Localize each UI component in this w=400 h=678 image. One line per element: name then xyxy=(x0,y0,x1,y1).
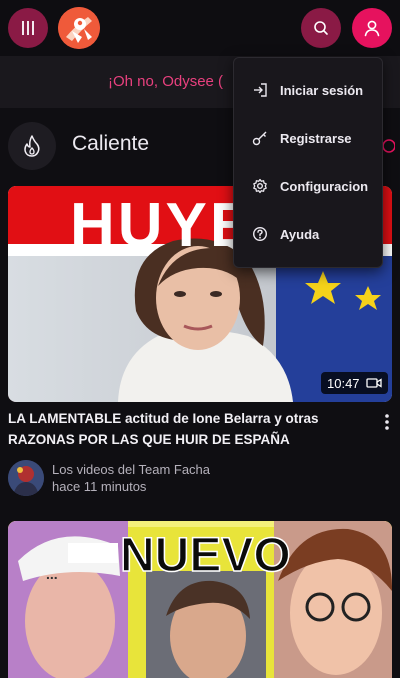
sign-in-icon xyxy=(254,83,267,97)
banner-text: ¡Oh no, Odysee ( xyxy=(108,73,224,90)
fire-icon xyxy=(24,135,40,157)
section-title: Caliente xyxy=(72,132,150,155)
menu-item-settings[interactable]: Configuracion xyxy=(234,162,382,210)
help-icon xyxy=(252,226,268,242)
menu-item-register[interactable]: Registrarse xyxy=(234,114,382,162)
video-thumbnail-2[interactable]: ... NUEVO xyxy=(8,521,392,678)
thumbnail-headline: HUYE xyxy=(70,191,254,260)
thumbnail-image-2: ... NUEVO xyxy=(8,521,392,678)
duration-text: 10:47 xyxy=(327,375,360,391)
menu-icon xyxy=(22,21,34,35)
search-icon xyxy=(314,21,328,35)
video-title[interactable]: LA LAMENTABLE actitud de Ione Belarra y … xyxy=(8,408,378,450)
user-icon xyxy=(364,20,380,37)
svg-text:...: ... xyxy=(46,566,58,582)
search-button[interactable] xyxy=(301,8,341,48)
more-options-icon[interactable] xyxy=(384,413,390,431)
gear-icon xyxy=(253,178,267,194)
key-icon xyxy=(252,131,267,146)
channel-avatar[interactable] xyxy=(8,460,44,496)
avatar-image xyxy=(8,460,44,496)
odysee-logo[interactable] xyxy=(58,7,100,49)
menu-item-help[interactable]: Ayuda xyxy=(234,210,382,258)
menu-item-label: Ayuda xyxy=(280,226,320,242)
logo-icon xyxy=(58,7,100,49)
menu-item-label: Configuracion xyxy=(280,178,369,194)
menu-button[interactable] xyxy=(8,8,48,48)
menu-item-label: Registrarse xyxy=(280,130,352,146)
publish-time: hace 11 minutos xyxy=(52,479,147,494)
top-header xyxy=(0,0,400,56)
channel-name[interactable]: Los videos del Team Facha xyxy=(52,462,210,477)
menu-item-label: Iniciar sesión xyxy=(280,82,364,98)
video-camera-icon xyxy=(365,378,382,388)
thumbnail-headline-2: NUEVO xyxy=(120,529,291,582)
user-button[interactable] xyxy=(352,8,392,48)
video-duration: 10:47 xyxy=(321,372,388,394)
section-icon xyxy=(8,122,56,170)
menu-item-sign-in[interactable]: Iniciar sesión xyxy=(234,66,382,114)
user-dropdown-menu: Iniciar sesión Registrarse Configuracion… xyxy=(233,57,383,268)
